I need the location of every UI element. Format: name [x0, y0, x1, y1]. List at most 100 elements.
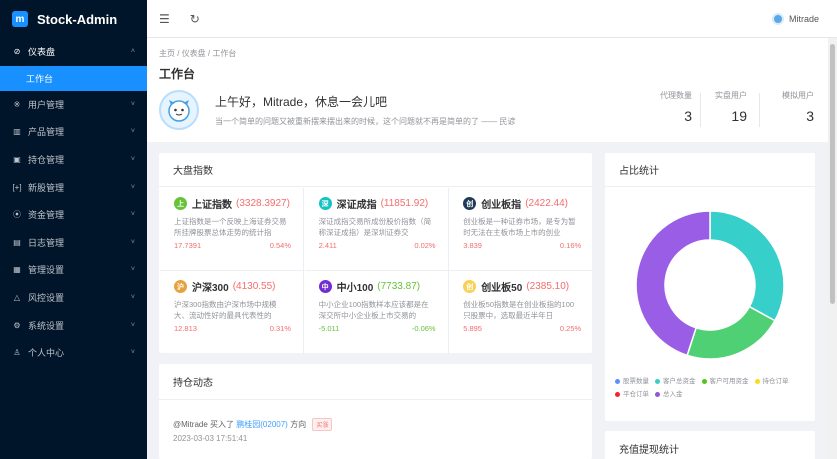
index-item[interactable]: 创创业板50 (2385.10) 创业板50指数是在创业板指的100只股票中，选取最…: [449, 271, 593, 354]
sidebar-item[interactable]: ♙ 个人中心 ˅: [0, 339, 147, 367]
index-item[interactable]: 上上证指数 (3328.3927) 上证指数是一个反映上海证券交易所挂牌股票总体走势…: [160, 188, 304, 271]
recharge-card-title: 充值提现统计: [619, 444, 679, 456]
main-content: 主页 / 仪表盘 / 工作台 工作台 上午好，Mitrade，休息一会儿吧 当一…: [147, 38, 828, 459]
index-item[interactable]: 创创业板指 (2422.44) 创业板是一种证券市场，是专为暂时无法在主板市场上市的…: [449, 188, 594, 271]
welcome-panel: 主页 / 仪表盘 / 工作台 工作台 上午好，Mitrade，休息一会儿吧 当一…: [147, 38, 828, 142]
dynamics-user: @Mitrade: [173, 420, 208, 429]
menu-icon: ♙: [13, 348, 21, 358]
donut-slice-1[interactable]: [709, 210, 785, 322]
user-menu[interactable]: Mitrade: [771, 13, 819, 25]
stat-label: 实盘用户: [715, 91, 747, 100]
sidebar-item[interactable]: ⊘ 仪表盘 ˄: [0, 38, 147, 66]
index-description: 沪深300指数由沪深市场中规模大、流动性好的最具代表性的: [174, 300, 277, 320]
user-name: Mitrade: [788, 14, 819, 24]
index-change-percent: 0.02%: [414, 241, 436, 250]
sidebar-item-label: 仪表盘: [28, 47, 56, 58]
index-grid: 上上证指数 (3328.3927) 上证指数是一个反映上海证券交易所挂牌股票总体走势…: [160, 188, 594, 354]
dynamics-direction-label: 方向: [290, 420, 307, 429]
chevron-icon: ˅: [130, 100, 135, 108]
menu-icon: [+]: [12, 182, 22, 192]
index-name: 上证指数: [192, 200, 232, 211]
index-change: 3.839 0.16%: [463, 241, 581, 250]
legend-item[interactable]: 股票数量: [615, 375, 649, 388]
direction-tag: 买涨: [312, 418, 333, 431]
index-item[interactable]: 沪沪深300 (4130.55) 沪深300指数由沪深市场中规模大、流动性好的最具代…: [160, 271, 304, 354]
index-card: 大盘指数 上上证指数 (3328.3927) 上证指数是一个反映上海证券交易所挂牌股…: [159, 153, 594, 354]
sidebar-item-label: 个人中心: [28, 348, 65, 359]
refresh-icon[interactable]: ↻: [190, 12, 200, 26]
index-description: 创业板50指数是在创业板指的100只股票中，选取最近半年日: [463, 300, 575, 320]
chevron-icon: ˅: [130, 294, 135, 302]
sidebar-item[interactable]: ▦ 管理设置 ˅: [0, 256, 147, 284]
sidebar-item[interactable]: ※ 用户管理 ˅: [0, 91, 147, 119]
sidebar-item[interactable]: ⚙ 系统设置 ˅: [0, 311, 147, 339]
donut-slice-2[interactable]: [686, 305, 776, 360]
app-title: Stock-Admin: [37, 11, 118, 27]
index-name: 深证成指: [336, 200, 377, 211]
index-change-points: 17.7391: [174, 241, 202, 250]
index-item[interactable]: 中中小100 (7733.87) 中小企业100指数样本应该都是在深交所中小企业板上…: [305, 271, 449, 354]
legend-item[interactable]: 持仓订单: [754, 375, 789, 388]
stat-value: 19: [731, 108, 747, 124]
index-change-points: 12.813: [174, 324, 197, 333]
sidebar-item-label: 产品管理: [28, 127, 65, 138]
sidebar-item[interactable]: ▣ 持仓管理 ˅: [0, 146, 147, 174]
legend-item[interactable]: 总入金: [655, 388, 683, 401]
sidebar-item[interactable]: [+] 新股管理 ˅: [0, 173, 147, 201]
index-badge-icon: 创: [463, 197, 477, 210]
index-change-points: 3.839: [463, 241, 482, 250]
index-change-points: 2.411: [318, 241, 337, 250]
sidebar-item[interactable]: ▤ 日志管理 ˅: [0, 229, 147, 257]
index-change-percent: 0.16%: [559, 241, 582, 250]
sidebar-item-label: 系统设置: [28, 320, 65, 331]
dynamics-card: 持仓动态 @Mitrade 买入了 鹏桂园(02007) 方向 买涨 2023-…: [159, 364, 592, 459]
dynamics-time: 2023-03-03 17:51:41: [173, 434, 248, 443]
index-header: 创创业板指 (2422.44): [463, 196, 581, 211]
scrollbar-thumb[interactable]: [830, 44, 835, 304]
sidebar-item-label: 持仓管理: [28, 155, 65, 166]
chevron-icon: ˅: [130, 266, 135, 274]
index-value: (11851.92): [380, 198, 429, 209]
sidebar: m Stock-Admin ⊘ 仪表盘 ˄ 工作台 ※ 用户管理 ˅ ▥ 产品管理 ˅ ▣ 持仓管理 ˅…: [0, 0, 147, 459]
sidebar-item-label: 新股管理: [28, 182, 65, 193]
menu-icon: △: [13, 293, 21, 303]
chevron-icon: ˅: [130, 238, 135, 246]
legend-item[interactable]: 平仓订单: [615, 388, 649, 401]
index-change-percent: 0.25%: [559, 324, 582, 333]
chevron-icon: ˅: [130, 183, 135, 191]
legend-dot-icon: [655, 378, 660, 384]
sidebar-item-label: 日志管理: [28, 237, 65, 248]
app-logo[interactable]: m Stock-Admin: [0, 0, 147, 38]
index-change: -5.011 -0.06%: [319, 324, 436, 333]
legend-label: 客户可用资金: [709, 378, 749, 385]
ratio-card: 占比统计 股票数量 客户总资金 客户可用资金 持仓订单平仓订单 总入金: [605, 153, 815, 421]
ratio-donut-chart: [635, 210, 785, 360]
index-header: 深深证成指 (11851.92): [318, 196, 436, 211]
legend-dot-icon: [615, 378, 620, 384]
index-change-points: 5.895: [463, 324, 482, 333]
legend-item[interactable]: 客户总资金: [655, 375, 696, 388]
sidebar-item[interactable]: ▥ 产品管理 ˅: [0, 118, 147, 146]
ratio-legend: 股票数量 客户总资金 客户可用资金 持仓订单平仓订单 总入金: [615, 375, 825, 401]
menu-toggle-icon[interactable]: ☰: [159, 12, 170, 26]
index-change: 5.895 0.25%: [463, 324, 581, 333]
index-header: 上上证指数 (3328.3927): [174, 196, 291, 211]
sidebar-subitem-workbench[interactable]: 工作台: [0, 65, 147, 91]
sidebar-item[interactable]: △ 风控设置 ˅: [0, 284, 147, 312]
index-item[interactable]: 深深证成指 (11851.92) 深证成指交易所成份股价指数（简称深证成指）是深圳证…: [304, 188, 449, 271]
index-description: 深证成指交易所成份股价指数（简称深证成指）是深圳证券交: [318, 217, 432, 237]
legend-item[interactable]: 客户可用资金: [701, 375, 749, 388]
page-scrollbar[interactable]: [828, 38, 837, 459]
legend-label: 客户总资金: [663, 378, 696, 385]
dynamics-stock-link[interactable]: 鹏桂园(02007): [236, 420, 288, 429]
legend-dot-icon: [655, 391, 660, 397]
menu-icon: ▥: [13, 127, 21, 137]
legend-dot-icon: [754, 378, 760, 384]
index-name: 中小100: [336, 283, 374, 294]
menu-icon: ⊘: [13, 47, 21, 57]
menu-icon: ▤: [13, 237, 21, 247]
sidebar-item[interactable]: ⦿ 资金管理 ˅: [0, 201, 147, 229]
index-description: 中小企业100指数样本应该都是在深交所中小企业板上市交易的: [318, 300, 429, 320]
menu-icon: ※: [13, 99, 21, 109]
mascot-icon: [159, 90, 199, 130]
